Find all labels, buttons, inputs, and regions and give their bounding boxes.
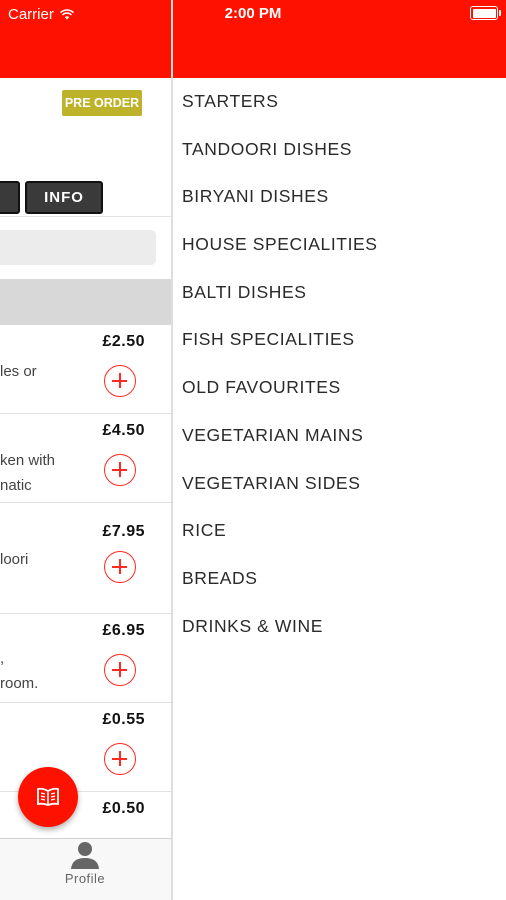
plus-circle-icon[interactable] bbox=[104, 551, 136, 583]
item-description: les or bbox=[0, 363, 37, 380]
tab-profile[interactable]: Profile bbox=[55, 841, 115, 899]
person-icon bbox=[71, 842, 99, 869]
status-time: 2:00 PM bbox=[224, 5, 282, 22]
category-tandoori-dishes[interactable]: TANDOORI DISHES bbox=[173, 126, 506, 174]
category-header bbox=[0, 279, 171, 325]
segment-menu-button[interactable] bbox=[0, 181, 20, 214]
category-balti-dishes[interactable]: BALTI DISHES bbox=[173, 269, 506, 317]
menu-item-row[interactable]: £4.50 ken with natic bbox=[0, 414, 171, 503]
category-breads[interactable]: BREADS bbox=[173, 555, 506, 603]
plus-circle-icon[interactable] bbox=[104, 365, 136, 397]
item-price: £2.50 bbox=[102, 333, 145, 350]
item-description: , room. bbox=[0, 650, 39, 692]
menu-item-row[interactable]: £2.50 les or bbox=[0, 325, 171, 414]
header-bar: Carrier 2:00 PM bbox=[0, 0, 506, 78]
search-field[interactable] bbox=[0, 230, 156, 265]
item-price: £7.95 bbox=[102, 523, 145, 540]
book-icon bbox=[37, 787, 59, 806]
category-vegetarian-mains[interactable]: VEGETARIAN MAINS bbox=[173, 412, 506, 460]
segment-info-button[interactable]: INFO bbox=[25, 181, 103, 214]
plus-circle-icon[interactable] bbox=[104, 654, 136, 686]
menu-item-row[interactable]: £7.95 loori bbox=[0, 523, 171, 614]
menu-item-row[interactable]: £6.95 , room. bbox=[0, 614, 171, 703]
category-rice[interactable]: RICE bbox=[173, 507, 506, 555]
item-price: £0.55 bbox=[102, 711, 145, 728]
category-starters[interactable]: STARTERS bbox=[173, 78, 506, 126]
preorder-badge[interactable]: PRE ORDER bbox=[62, 90, 142, 116]
battery-icon bbox=[470, 6, 501, 20]
plus-circle-icon[interactable] bbox=[104, 743, 136, 775]
category-biryani-dishes[interactable]: BIRYANI DISHES bbox=[173, 173, 506, 221]
category-house-specialities[interactable]: HOUSE SPECIALITIES bbox=[173, 221, 506, 269]
category-vegetarian-sides[interactable]: VEGETARIAN SIDES bbox=[173, 460, 506, 508]
category-menu: STARTERS TANDOORI DISHES BIRYANI DISHES … bbox=[173, 78, 506, 650]
status-bar: Carrier 2:00 PM bbox=[0, 0, 506, 28]
item-description: loori bbox=[0, 551, 29, 568]
divider bbox=[0, 216, 171, 217]
tab-bar: Profile bbox=[0, 838, 171, 900]
tab-profile-label: Profile bbox=[64, 871, 106, 886]
item-price: £4.50 bbox=[102, 422, 145, 439]
plus-circle-icon[interactable] bbox=[104, 454, 136, 486]
category-old-favourites[interactable]: OLD FAVOURITES bbox=[173, 364, 506, 412]
category-fish-specialities[interactable]: FISH SPECIALITIES bbox=[173, 316, 506, 364]
item-description: ken with natic bbox=[0, 452, 56, 494]
category-drinks-wine[interactable]: DRINKS & WINE bbox=[173, 603, 506, 651]
item-price: £0.50 bbox=[102, 800, 145, 817]
menu-book-button[interactable] bbox=[18, 767, 78, 827]
item-price: £6.95 bbox=[102, 622, 145, 639]
